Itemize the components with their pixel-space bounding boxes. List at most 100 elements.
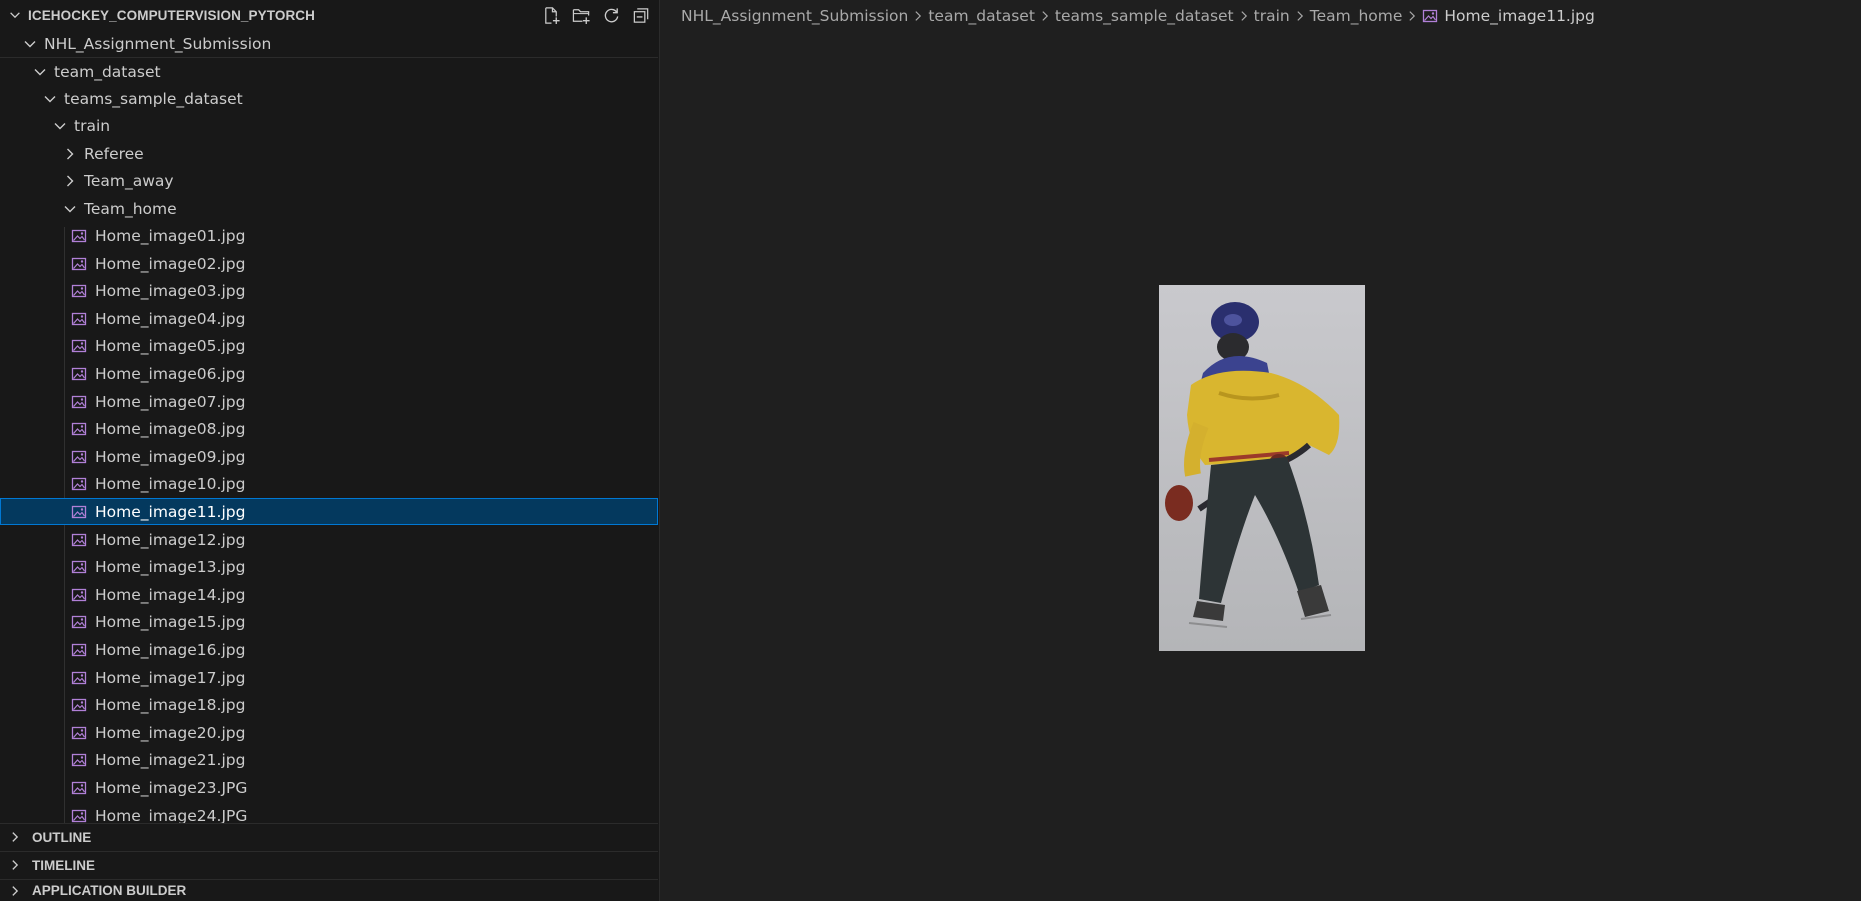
image-file-icon	[71, 367, 87, 380]
hockey-player-image	[1159, 285, 1365, 651]
chevron-down-icon	[54, 122, 66, 129]
tree-file-item[interactable]: Home_image17.jpg	[0, 664, 658, 691]
tree-folder-team-dataset[interactable]: team_dataset	[0, 58, 658, 85]
tree-item-label: Referee	[84, 144, 144, 163]
tree-item-label: Home_image21.jpg	[95, 750, 246, 769]
tree-item-label: Home_image20.jpg	[95, 723, 246, 742]
image-file-icon	[71, 671, 87, 684]
refresh-icon	[604, 7, 618, 22]
image-file-icon	[71, 726, 87, 739]
timeline-section-header[interactable]: TIMELINE	[0, 851, 658, 878]
image-file-icon	[71, 533, 87, 546]
tree-item-label: Home_image23.JPG	[95, 778, 248, 797]
tree-item-label: Home_image08.jpg	[95, 419, 246, 438]
tree-item-label: Home_image13.jpg	[95, 557, 246, 576]
tree-file-item[interactable]: Home_image03.jpg	[0, 277, 658, 304]
tree-item-label: train	[74, 116, 111, 135]
tree-file-item[interactable]: Home_image09.jpg	[0, 443, 658, 470]
file-tree: NHL_Assignment_Submission team_dataset t…	[0, 30, 660, 823]
tree-file-item[interactable]: Home_image18.jpg	[0, 691, 658, 718]
tree-item-label: Home_image17.jpg	[95, 668, 246, 687]
tree-item-label: Team_home	[84, 199, 177, 218]
image-file-icon	[71, 643, 87, 656]
chevron-down-icon	[24, 40, 36, 47]
tree-item-label: Home_image15.jpg	[95, 612, 246, 631]
refresh-button[interactable]	[600, 4, 622, 26]
image-file-icon	[1423, 9, 1438, 23]
vscode-window: ICEHOCKEY_COMPUTERVISION_PYTORCH NHL_Ass…	[0, 0, 1861, 901]
breadcrumb: NHL_Assignment_Submission team_dataset t…	[681, 0, 1595, 32]
chevron-down-icon	[34, 68, 46, 75]
breadcrumb-item[interactable]: NHL_Assignment_Submission	[681, 7, 908, 25]
image-file-icon	[71, 422, 87, 435]
tree-folder-referee[interactable]: Referee	[0, 140, 658, 167]
image-file-icon	[71, 284, 87, 297]
tree-file-item[interactable]: Home_image20.jpg	[0, 719, 658, 746]
chevron-right-icon	[1409, 11, 1416, 21]
image-preview	[1159, 285, 1365, 651]
tree-folder-team-home[interactable]: Team_home	[0, 195, 658, 222]
tree-folder-nhl-assignment-submission[interactable]: NHL_Assignment_Submission	[0, 30, 658, 57]
tree-file-item[interactable]: Home_image04.jpg	[0, 305, 658, 332]
image-file-icon	[71, 505, 87, 518]
tree-file-item[interactable]: Home_image08.jpg	[0, 415, 658, 442]
breadcrumb-item[interactable]: teams_sample_dataset	[1055, 7, 1234, 25]
tree-folder-train[interactable]: train	[0, 112, 658, 139]
tree-item-label: teams_sample_dataset	[64, 89, 243, 108]
tree-file-item[interactable]: Home_image24.JPG	[0, 802, 658, 823]
tree-item-label: Home_image11.jpg	[95, 502, 246, 521]
tree-item-label: Home_image12.jpg	[95, 530, 246, 549]
collapse-all-button[interactable]	[630, 4, 652, 26]
chevron-right-icon	[67, 175, 74, 186]
explorer-section-header[interactable]: ICEHOCKEY_COMPUTERVISION_PYTORCH	[0, 0, 660, 30]
timeline-label: TIMELINE	[32, 857, 95, 873]
collapse-all-icon	[633, 7, 648, 23]
image-file-icon	[71, 781, 87, 794]
tree-file-item[interactable]: Home_image07.jpg	[0, 388, 658, 415]
image-file-icon	[71, 560, 87, 573]
tree-item-label: Home_image02.jpg	[95, 254, 246, 273]
breadcrumb-item[interactable]: Team_home	[1310, 7, 1403, 25]
tree-item-label: Home_image18.jpg	[95, 695, 246, 714]
tree-item-label: Home_image06.jpg	[95, 364, 246, 383]
tree-file-item[interactable]: Home_image23.JPG	[0, 774, 658, 801]
outline-label: OUTLINE	[32, 829, 92, 845]
tree-file-item[interactable]: Home_image14.jpg	[0, 581, 658, 608]
new-folder-button[interactable]	[570, 4, 592, 26]
tree-item-label: Home_image14.jpg	[95, 585, 246, 604]
tree-file-item[interactable]: Home_image05.jpg	[0, 332, 658, 359]
tree-file-item[interactable]: Home_image06.jpg	[0, 360, 658, 387]
tree-item-label: Home_image09.jpg	[95, 447, 246, 466]
application-builder-section-header[interactable]: APPLICATION BUILDER	[0, 879, 658, 901]
tree-item-label: Home_image01.jpg	[95, 226, 246, 245]
image-file-icon	[71, 339, 87, 352]
chevron-right-icon	[1042, 11, 1048, 21]
tree-item-label: Home_image04.jpg	[95, 309, 246, 328]
tree-file-item[interactable]: Home_image01.jpg	[0, 222, 658, 249]
image-file-icon	[71, 588, 87, 601]
new-file-button[interactable]	[540, 4, 562, 26]
chevron-right-icon	[12, 885, 19, 896]
breadcrumb-item-current[interactable]: Home_image11.jpg	[1444, 7, 1594, 25]
tree-file-item[interactable]: Home_image10.jpg	[0, 470, 658, 497]
tree-folder-team-away[interactable]: Team_away	[0, 167, 658, 194]
tree-file-item[interactable]: Home_image15.jpg	[0, 608, 658, 635]
tree-file-item[interactable]: Home_image21.jpg	[0, 746, 658, 773]
image-file-icon	[71, 809, 87, 822]
tree-file-item[interactable]: Home_image02.jpg	[0, 250, 658, 277]
tree-item-label: Home_image10.jpg	[95, 474, 246, 493]
breadcrumb-item[interactable]: team_dataset	[928, 7, 1035, 25]
tree-file-item[interactable]: Home_image12.jpg	[0, 526, 658, 553]
chevron-down-icon	[44, 95, 56, 102]
tree-file-item[interactable]: Home_image13.jpg	[0, 553, 658, 580]
tree-item-label: team_dataset	[54, 62, 161, 81]
chevron-down-icon	[64, 205, 76, 212]
breadcrumb-item[interactable]: train	[1254, 7, 1290, 25]
image-file-icon	[71, 477, 87, 490]
tree-file-item[interactable]: Home_image11.jpg	[0, 498, 658, 525]
tree-file-item[interactable]: Home_image16.jpg	[0, 636, 658, 663]
outline-section-header[interactable]: OUTLINE	[0, 823, 658, 850]
image-file-icon	[71, 312, 87, 325]
tree-folder-teams-sample-dataset[interactable]: teams_sample_dataset	[0, 85, 658, 112]
chevron-right-icon	[1297, 11, 1303, 21]
